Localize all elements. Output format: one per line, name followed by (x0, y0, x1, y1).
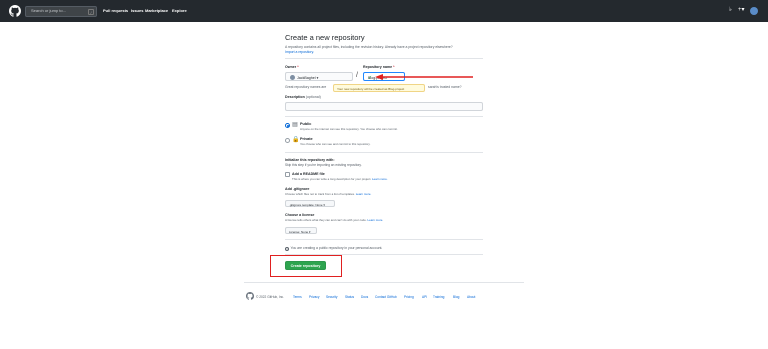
private-option-title: Private (300, 137, 313, 141)
license-select-value: License: None ▾ (289, 229, 311, 234)
readme-desc-text: This is where you can write a long descr… (292, 177, 372, 181)
footer-link-security[interactable]: Security (326, 295, 338, 299)
nav-issues[interactable]: Issues (131, 8, 143, 13)
github-logo-icon[interactable] (9, 5, 21, 17)
footer-link-blog[interactable]: Blog (453, 295, 459, 299)
gitignore-learn-more-link[interactable]: Learn more. (356, 192, 372, 196)
gitignore-select-value: .gitignore template: None ▾ (289, 202, 325, 207)
footer-link-pricing[interactable]: Pricing (404, 295, 414, 299)
license-desc-text: A license tells others what they can and… (285, 218, 367, 222)
license-select[interactable]: License: None ▾ (285, 227, 317, 234)
footer-link-api[interactable]: API (422, 295, 427, 299)
footer-copyright: © 2022 GitHub, Inc. (256, 295, 285, 299)
footer-link-status[interactable]: Status (345, 295, 354, 299)
page-subtitle-text: A repository contains all project files,… (285, 45, 453, 49)
top-navbar: Search or jump to... / Pull requests Iss… (0, 0, 768, 22)
readme-desc: This is where you can write a long descr… (292, 177, 388, 181)
readme-label: Add a README file (292, 172, 325, 176)
bell-icon[interactable]: ♭ (729, 7, 732, 13)
search-shortcut-key: / (88, 8, 94, 15)
description-optional: (optional) (305, 95, 321, 99)
readme-learn-more-link[interactable]: Learn more. (372, 177, 388, 181)
public-radio[interactable] (285, 123, 290, 128)
divider (285, 58, 483, 59)
description-label: Description (optional) (285, 95, 321, 99)
github-footer-logo-icon[interactable] (246, 292, 254, 300)
divider (285, 152, 483, 153)
search-input[interactable]: Search or jump to... / (25, 6, 97, 17)
tooltip-text: Your new repository will be created as B… (337, 87, 405, 91)
annotation-arrow (375, 74, 473, 80)
owner-select[interactable]: JackBaghel ▾ (285, 72, 353, 81)
plus-icon[interactable]: +▾ (738, 7, 745, 13)
license-title: Choose a license (285, 213, 315, 217)
owner-label: Owner * (285, 65, 299, 69)
search-placeholder: Search or jump to... (31, 8, 66, 13)
gitignore-desc-text: Choose which files not to track from a l… (285, 192, 355, 196)
footer-link-docs[interactable]: Docs (361, 295, 368, 299)
owner-repo-separator: / (356, 72, 358, 79)
owner-name: JackBaghel (297, 75, 316, 80)
nav-pull-requests[interactable]: Pull requests (103, 8, 128, 13)
public-option-desc: Anyone on the internet can see this repo… (300, 127, 398, 131)
gitignore-desc: Choose which files not to track from a l… (285, 192, 371, 196)
owner-value: JackBaghel ▾ (297, 75, 319, 80)
divider (285, 239, 483, 240)
repo-name-hint-suffix: sarah’s trusted name? (428, 85, 462, 89)
info-note: i You are creating a public repository in… (285, 246, 382, 251)
owner-label-text: Owner (285, 65, 297, 69)
page-subtitle: A repository contains all project files,… (285, 45, 485, 55)
required-mark: * (297, 65, 299, 69)
license-desc: A license tells others what they can and… (285, 218, 383, 222)
private-radio[interactable] (285, 138, 290, 143)
footer-link-privacy[interactable]: Privacy (309, 295, 319, 299)
import-repository-link[interactable]: Import a repository. (285, 50, 314, 54)
description-label-text: Description (285, 95, 305, 99)
license-learn-more-link[interactable]: Learn more. (368, 218, 384, 222)
gitignore-select[interactable]: .gitignore template: None ▾ (285, 200, 335, 207)
nav-explore[interactable]: Explore (172, 8, 187, 13)
footer-link-training[interactable]: Training (433, 295, 444, 299)
owner-avatar (290, 75, 295, 80)
page-title: Create a new repository (285, 33, 365, 42)
info-icon: i (285, 246, 289, 251)
init-subtitle: Skip this step if you’re importing an ex… (285, 163, 362, 167)
footer-link-terms[interactable]: Terms (293, 295, 302, 299)
public-option-title: Public (300, 122, 312, 126)
divider (285, 116, 483, 117)
info-note-text: You are creating a public repository in … (290, 246, 383, 250)
repo-name-tooltip: Your new repository will be created as B… (333, 84, 425, 92)
footer-link-contact[interactable]: Contact GitHub (375, 295, 397, 299)
repo-name-label-text: Repository name (363, 65, 393, 69)
avatar[interactable] (750, 7, 758, 15)
footer-link-about[interactable]: About (467, 295, 475, 299)
repo-name-hint: Great repository names are (285, 85, 327, 89)
public-repo-icon: ▤ (292, 122, 298, 128)
description-input[interactable] (285, 102, 483, 111)
add-readme-checkbox[interactable] (285, 172, 290, 177)
private-option-desc: You choose who can see and commit to thi… (300, 142, 371, 146)
gitignore-title: Add .gitignore (285, 187, 310, 191)
lock-icon: 🔒 (292, 137, 300, 143)
required-mark: * (393, 65, 395, 69)
page-header: Create a new repository A repository con… (285, 30, 485, 55)
init-title: Initialize this repository with: (285, 158, 335, 162)
repo-name-label: Repository name * (363, 65, 395, 69)
annotation-highlight-box (270, 255, 342, 277)
nav-marketplace[interactable]: Marketplace (145, 8, 168, 13)
footer-divider (244, 282, 524, 283)
